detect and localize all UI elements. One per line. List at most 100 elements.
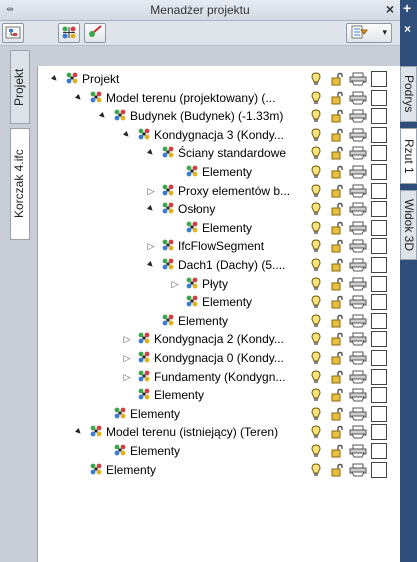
row-checkbox[interactable]	[371, 461, 387, 478]
printer-icon[interactable]	[349, 425, 367, 442]
lightbulb-icon[interactable]	[311, 184, 321, 201]
close-panel-button[interactable]: ×	[386, 1, 394, 17]
project-structure-button[interactable]	[2, 23, 24, 43]
tree-row[interactable]: ▷ IfcFlowSegment	[38, 237, 400, 255]
tree-node-label[interactable]: Kondygnacja 0 (Kondy...	[154, 351, 284, 365]
tree-row[interactable]: ▲ Model terenu (projektowany) (...	[38, 89, 400, 107]
tree-node-label[interactable]: Kondygnacja 3 (Kondy...	[154, 128, 284, 142]
filter-dropdown[interactable]: ▾	[346, 23, 392, 43]
unlocked-padlock-icon[interactable]	[331, 370, 345, 387]
unlocked-padlock-icon[interactable]	[331, 128, 345, 145]
tab-projekt[interactable]: Projekt	[10, 50, 30, 124]
tree-row[interactable]: ▲ Kondygnacja 3 (Kondy...	[38, 126, 400, 144]
printer-icon[interactable]	[349, 239, 367, 256]
unlocked-padlock-icon[interactable]	[331, 165, 345, 182]
tree-row[interactable]: ▲ Projekt	[38, 70, 400, 88]
lightbulb-icon[interactable]	[311, 146, 321, 163]
tree-node-label[interactable]: Model terenu (projektowany) (...	[106, 91, 275, 105]
collapse-arrow-icon[interactable]: ▲	[95, 108, 112, 125]
row-checkbox[interactable]	[371, 71, 387, 87]
tree-node-label[interactable]: Budynek (Budynek) (-1.33m)	[130, 109, 283, 123]
lightbulb-icon[interactable]	[311, 388, 321, 405]
printer-icon[interactable]	[349, 463, 367, 480]
printer-icon[interactable]	[349, 351, 367, 368]
printer-icon[interactable]	[349, 128, 367, 145]
unlocked-padlock-icon[interactable]	[331, 351, 345, 368]
row-checkbox[interactable]	[371, 368, 387, 385]
unlocked-padlock-icon[interactable]	[331, 146, 345, 163]
unlocked-padlock-icon[interactable]	[331, 258, 345, 275]
tree-row[interactable]: Elementy	[38, 219, 400, 237]
unlocked-padlock-icon[interactable]	[331, 407, 345, 424]
tree-node-label[interactable]: Elementy	[202, 295, 252, 309]
printer-icon[interactable]	[349, 444, 367, 461]
printer-icon[interactable]	[349, 184, 367, 201]
row-checkbox[interactable]	[371, 350, 387, 366]
printer-icon[interactable]	[349, 221, 367, 238]
lightbulb-icon[interactable]	[311, 444, 321, 461]
expand-arrow-icon[interactable]: ▷	[146, 239, 156, 253]
tree-node-label[interactable]: Proxy elementów b...	[178, 184, 290, 198]
printer-icon[interactable]	[349, 109, 367, 126]
printer-icon[interactable]	[349, 146, 367, 163]
expand-arrow-icon[interactable]: ▷	[146, 184, 156, 198]
lightbulb-icon[interactable]	[311, 221, 321, 238]
tree-row[interactable]: Elementy	[38, 442, 400, 460]
lightbulb-icon[interactable]	[311, 72, 321, 89]
tab-korczak-ifc[interactable]: Korczak 4.ifc	[10, 128, 30, 240]
tree-row[interactable]: ▲ Ściany standardowe	[38, 144, 400, 162]
row-checkbox[interactable]	[371, 443, 387, 459]
lightbulb-icon[interactable]	[311, 277, 321, 294]
collapse-arrow-icon[interactable]: ▲	[143, 257, 160, 274]
lightbulb-icon[interactable]	[311, 407, 321, 424]
row-checkbox[interactable]	[371, 238, 387, 255]
unlocked-padlock-icon[interactable]	[331, 91, 345, 108]
tab-rzut-1[interactable]: Rzut 1	[400, 128, 417, 184]
row-checkbox[interactable]	[371, 331, 387, 348]
tree-row[interactable]: ▲ Budynek (Budynek) (-1.33m)	[38, 107, 400, 125]
tree-node-label[interactable]: Elementy	[130, 444, 180, 458]
expand-arrow-icon[interactable]: ▷	[122, 351, 132, 365]
tree-node-label[interactable]: Model terenu (istniejący) (Teren)	[106, 425, 278, 439]
unlocked-padlock-icon[interactable]	[331, 202, 345, 219]
row-checkbox[interactable]	[371, 219, 387, 236]
row-checkbox[interactable]	[371, 294, 387, 311]
lightbulb-icon[interactable]	[311, 91, 321, 108]
tree-row[interactable]: ▲ Model terenu (istniejący) (Teren)	[38, 423, 400, 441]
lightbulb-icon[interactable]	[311, 332, 321, 349]
tree-row[interactable]: ▷ Proxy elementów b...	[38, 182, 400, 200]
tree-row[interactable]: ▷ Fundamenty (Kondygn...	[38, 368, 400, 386]
unlocked-padlock-icon[interactable]	[331, 184, 345, 201]
tree-row[interactable]: Elementy	[38, 293, 400, 311]
lightbulb-icon[interactable]	[311, 425, 321, 442]
lightbulb-icon[interactable]	[311, 109, 321, 126]
printer-icon[interactable]	[349, 165, 367, 182]
unlocked-padlock-icon[interactable]	[331, 463, 345, 480]
expand-arrow-icon[interactable]: ▷	[122, 370, 132, 384]
row-checkbox[interactable]	[371, 164, 387, 180]
lightbulb-icon[interactable]	[311, 351, 321, 368]
printer-icon[interactable]	[349, 91, 367, 108]
tree-row[interactable]: ▷ Płyty	[38, 275, 400, 293]
lightbulb-icon[interactable]	[311, 295, 321, 312]
unlocked-padlock-icon[interactable]	[331, 239, 345, 256]
project-tree[interactable]: ▲ Projekt ▲ Model terenu (projektowany) (..…	[37, 66, 400, 562]
tree-row[interactable]: Elementy	[38, 405, 400, 423]
collapse-arrow-icon[interactable]: ▲	[143, 201, 160, 218]
unlocked-padlock-icon[interactable]	[331, 72, 345, 89]
tab-podrys[interactable]: Podrys	[400, 66, 417, 122]
row-checkbox[interactable]	[371, 387, 387, 404]
printer-icon[interactable]	[349, 295, 367, 312]
expand-arrow-icon[interactable]: ▷	[170, 277, 180, 291]
tree-node-label[interactable]: Elementy	[154, 388, 204, 402]
tab-widok-3d[interactable]: Widok 3D	[400, 190, 417, 260]
close-view-button[interactable]: ×	[404, 22, 411, 36]
tree-node-label[interactable]: Osłony	[178, 202, 215, 216]
lightbulb-icon[interactable]	[311, 258, 321, 275]
printer-icon[interactable]	[349, 202, 367, 219]
row-checkbox[interactable]	[371, 182, 387, 199]
tree-node-label[interactable]: Ściany standardowe	[178, 146, 286, 160]
tree-node-label[interactable]: Elementy	[202, 165, 252, 179]
collapse-arrow-icon[interactable]: ▲	[119, 126, 136, 143]
tree-node-label[interactable]: IfcFlowSegment	[178, 239, 264, 253]
